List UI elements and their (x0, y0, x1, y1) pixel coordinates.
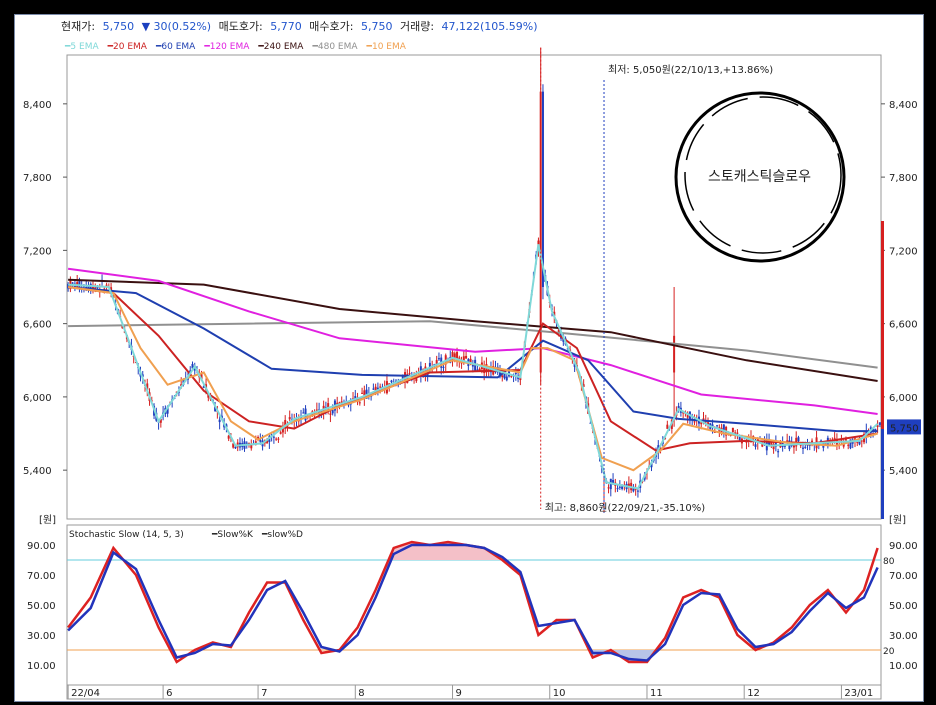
candle-body (234, 446, 237, 449)
stoch-tick-right: 90.00 (889, 541, 918, 552)
candle-body (277, 438, 280, 440)
price-tick-label-left: 6,600 (23, 320, 52, 331)
price-chart-svg[interactable]: 8,400 8,400 7,800 7,800 7,200 7,200 6,600 6,600… (15, 15, 923, 701)
stoch-tick-right: 10.00 (889, 661, 918, 672)
candle-body (358, 402, 361, 404)
candle-body (302, 412, 305, 414)
candle-body (510, 375, 513, 377)
stoch-tick-left: 70.00 (27, 571, 56, 582)
stoch-tick-left: 90.00 (27, 541, 56, 552)
date-label: 9 (456, 688, 462, 699)
candle-body (878, 422, 881, 425)
stoch-tick-left: 50.00 (27, 601, 56, 612)
price-tick-label-right: 7,200 (889, 246, 918, 257)
stochastic-title: Stochastic Slow (14, 5, 3) (69, 530, 184, 540)
date-label: 10 (553, 688, 566, 699)
date-label: 22/04 (71, 688, 100, 699)
date-label: 23/01 (844, 688, 873, 699)
candle-body (390, 380, 393, 383)
candle-body (847, 444, 850, 446)
candle-body (616, 488, 619, 490)
candle-body (379, 386, 382, 388)
candle-body (437, 358, 440, 360)
candle-body (844, 439, 847, 441)
low-price-note: 최저: 5,050원(22/10/13,+13.86%) (608, 64, 773, 76)
stoch-tick-left: 30.00 (27, 631, 56, 642)
candle-body (673, 335, 676, 373)
candle-body (716, 425, 719, 427)
candle-body (505, 376, 508, 381)
unit-label-right: [원] (889, 514, 906, 526)
candle-body (279, 432, 282, 434)
candle-body (754, 444, 757, 447)
candle-body (259, 439, 262, 442)
unit-label-left: [원] (39, 514, 56, 526)
chart-panel: 현재가: 5,750 ▼ 30(0.52%) 매도호가: 5,770 매수호가:… (14, 14, 924, 702)
candle-body (693, 421, 696, 423)
candle-body (801, 447, 804, 449)
price-tick-label-left: 7,800 (23, 173, 52, 184)
candle-body (797, 437, 800, 442)
candle-body (408, 373, 411, 375)
price-tick-label-right: 5,400 (889, 466, 918, 477)
date-label: 8 (358, 688, 364, 699)
stoch-k-legend: ━Slow%K (211, 530, 254, 540)
current-price-tag-text: 5,750 (890, 423, 919, 434)
candle-body (361, 392, 364, 394)
candle-body (514, 373, 517, 375)
price-tick-label-left: 7,200 (23, 246, 52, 257)
price-pane (66, 54, 882, 520)
candle-body (218, 419, 221, 423)
candle-body (501, 375, 504, 378)
candle-body (275, 438, 278, 440)
date-label: 11 (650, 688, 663, 699)
stoch-d-legend: ━slow%D (261, 530, 303, 540)
candle-body (811, 440, 814, 443)
candle-body (442, 366, 445, 368)
candle-body (331, 410, 334, 414)
price-tick-label-right: 6,600 (889, 320, 918, 331)
candle-body (618, 486, 621, 488)
candle-body (329, 413, 332, 415)
date-label: 12 (747, 688, 760, 699)
candle-body (245, 442, 248, 444)
stoch-tick-left: 10.00 (27, 661, 56, 672)
stoch-tick-right: 30.00 (889, 631, 918, 642)
candle-body (607, 487, 610, 489)
candle-body (833, 437, 836, 439)
candle-body (372, 388, 375, 390)
candle-body (288, 417, 291, 420)
candle-body (227, 435, 230, 439)
candle-body (541, 91, 544, 287)
candle-body (621, 486, 624, 489)
candle-body (105, 284, 108, 286)
candle-body (731, 427, 734, 433)
scale-bar-up (881, 221, 884, 429)
candle-body (272, 436, 275, 438)
stoch-tick-right: 50.00 (889, 601, 918, 612)
app-window: 현재가: 5,750 ▼ 30(0.52%) 매도호가: 5,770 매수호가:… (0, 0, 936, 705)
stoch-lower-label: 20 (883, 647, 895, 657)
date-label: 7 (261, 688, 267, 699)
price-tick-label-left: 8,400 (23, 100, 52, 111)
candle-body (804, 446, 807, 448)
scale-bar-down (881, 429, 884, 519)
price-tick-label-right: 8,400 (889, 100, 918, 111)
stoch-tick-right: 70.00 (889, 571, 918, 582)
price-tick-label-right: 7,800 (889, 173, 918, 184)
candle-body (636, 490, 639, 492)
stoch-upper-label: 80 (883, 557, 895, 567)
candle-body (666, 424, 669, 429)
stamp-text: 스토캐스틱슬로우 (708, 169, 811, 185)
candle-body (792, 445, 795, 448)
price-tick-label-left: 6,000 (23, 393, 52, 404)
candle-body (736, 432, 739, 434)
high-price-note: 최고: 8,860원(22/09/21,-35.10%) (545, 502, 706, 514)
candle-body (777, 451, 780, 453)
price-tick-label-right: 6,000 (889, 393, 918, 404)
candle-body (465, 355, 468, 359)
candle-body (71, 282, 74, 284)
date-label: 6 (166, 688, 172, 699)
price-tick-label-left: 5,400 (23, 466, 52, 477)
